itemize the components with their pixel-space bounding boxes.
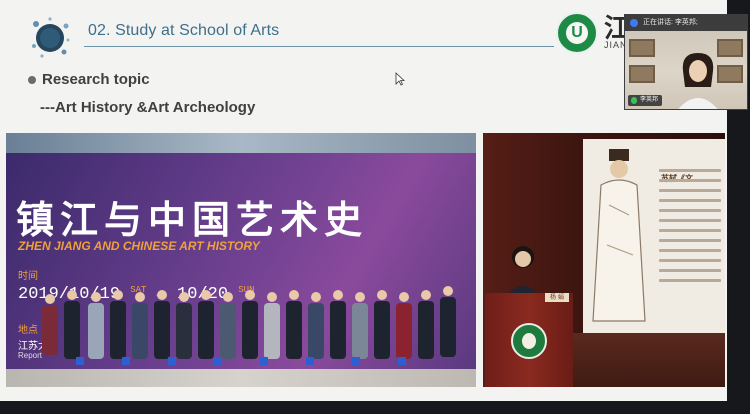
screen-text-block [659,169,721,319]
attendees-group-icon [42,286,456,365]
shelf-decor [629,39,655,57]
lecture-podium: 杨 娟 [485,293,573,387]
speaker-person-icon [503,246,543,301]
lecture-photo: 苏轼《文 杨 娟 [483,133,725,387]
speaking-indicator: 正在讲话: 李英邦; [625,15,747,31]
university-logo-icon: U [556,12,598,54]
banner-place-label: 地点 [18,325,38,336]
decorative-circle-logo-icon [32,17,70,58]
participant-person-icon [678,53,718,109]
podium-emblem-icon [511,323,547,359]
shelf-decor [629,65,655,83]
banner-title-en: ZHEN JIANG AND CHINESE ART HISTORY [18,239,260,253]
group-photo: 镇江与中国艺术史 ZHEN JIANG AND CHINESE ART HIST… [6,133,476,387]
bullet-heading: Research topic [42,71,150,88]
banner-title-cn: 镇江与中国艺术史 [16,198,369,242]
scholar-painting-icon [592,149,646,322]
participant-video-tile[interactable]: 正在讲话: 李英邦; 李英邦 [624,14,748,110]
banner-time-label: 时间 [18,271,38,282]
photo-floor [6,369,476,387]
mouse-cursor-icon [395,72,405,86]
photo-sky [6,133,476,155]
speaking-mic-icon [630,19,638,27]
presentation-slide: 02. Study at School of Arts Research top… [0,0,727,401]
lecture-floor [573,333,725,387]
participant-name-tag: 李英邦 [628,95,663,106]
bullet-subtopic: ---Art History &Art Archeology [40,99,256,116]
podium-name-sign: 杨 娟 [545,293,569,302]
projection-screen: 苏轼《文 [583,139,725,333]
bottom-edge-bar [0,401,750,414]
title-divider [84,46,554,47]
participant-name: 李英邦 [640,97,659,103]
mic-on-icon [631,97,637,104]
speaking-label: 正在讲话: 李英邦; [643,19,698,26]
slide-title: 02. Study at School of Arts [88,22,280,39]
bullet-icon [28,76,36,84]
